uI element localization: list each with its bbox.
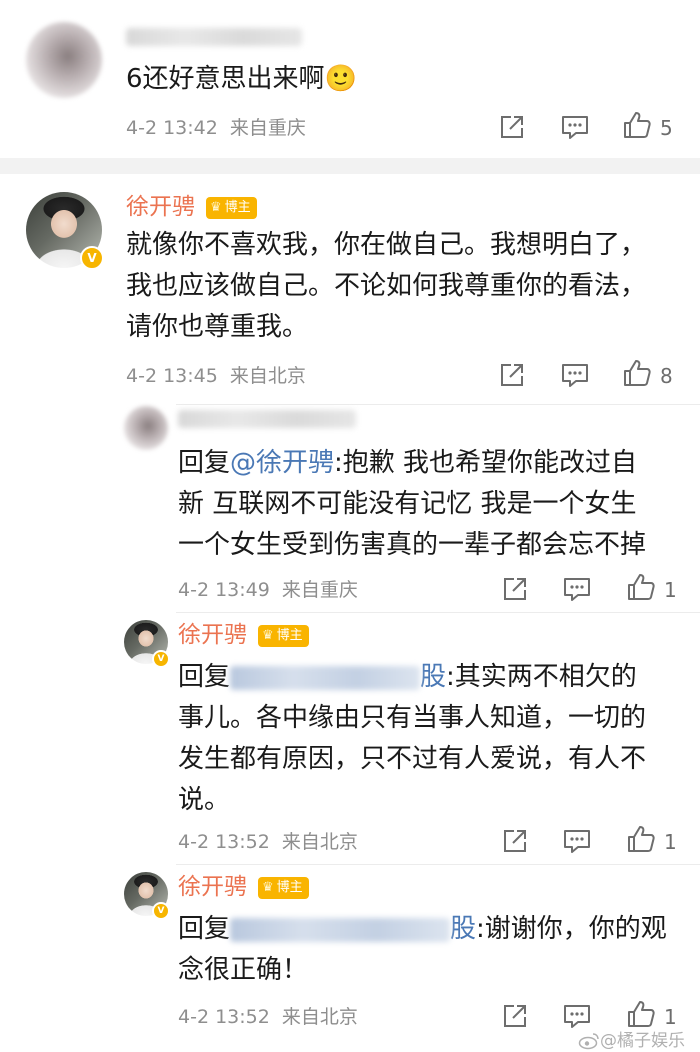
comment-text-line: 就像你不喜欢我，你在做自己。我想明白了， bbox=[126, 230, 647, 260]
reply-text: :谢谢你，你的观 bbox=[476, 914, 667, 944]
blogger-badge-label: 博主 bbox=[276, 880, 303, 895]
reply-location: 来自重庆 bbox=[281, 579, 358, 601]
reply-location: 来自北京 bbox=[281, 1006, 358, 1028]
blogger-badge: ♛ 博主 bbox=[206, 197, 257, 219]
like-count: 1 bbox=[664, 830, 677, 854]
weibo-logo-icon bbox=[578, 1032, 600, 1050]
reply-prefix: 回复 bbox=[178, 448, 231, 478]
comment-icon[interactable] bbox=[562, 574, 592, 604]
comment-location: 来自重庆 bbox=[229, 117, 306, 139]
reply-prefix: 回复 bbox=[178, 662, 231, 692]
divider bbox=[176, 612, 700, 613]
divider bbox=[176, 404, 700, 405]
reply-time: 4-2 13:49 bbox=[178, 579, 270, 601]
username[interactable]: 徐开骋 bbox=[126, 192, 195, 222]
blurred-username[interactable] bbox=[178, 410, 356, 428]
blogger-badge: ♛ 博主 bbox=[258, 625, 309, 647]
like-count: 8 bbox=[660, 364, 673, 388]
mention-link-tail[interactable]: 股 bbox=[450, 914, 476, 944]
comment-icon[interactable] bbox=[560, 112, 590, 142]
verified-badge-icon: V bbox=[152, 902, 170, 920]
avatar[interactable] bbox=[124, 406, 168, 450]
like-count: 1 bbox=[664, 578, 677, 602]
reply-text-line: 回复 股:其实两不相欠的 bbox=[178, 658, 637, 697]
reply-text-line: 一个女生受到伤害真的一辈子都会忘不掉 bbox=[178, 530, 647, 560]
username[interactable]: 徐开骋 bbox=[178, 620, 247, 650]
like-icon[interactable] bbox=[626, 824, 656, 854]
reply-text-line: 事儿。各中缘由只有当事人知道，一切的 bbox=[178, 703, 647, 733]
like-icon[interactable] bbox=[622, 110, 652, 140]
blurred-mention-link[interactable] bbox=[230, 917, 451, 942]
reply-text-line: 说。 bbox=[178, 785, 231, 815]
reply-meta: 4-2 13:52 来自北京 bbox=[178, 1005, 358, 1029]
mention-link[interactable]: @徐开骋 bbox=[230, 448, 334, 478]
crown-icon: ♛ bbox=[262, 628, 274, 643]
reply-meta: 4-2 13:49 来自重庆 bbox=[178, 578, 358, 602]
section-divider bbox=[0, 158, 700, 174]
share-icon[interactable] bbox=[500, 1001, 530, 1031]
reply-text-line: 发生都有原因，只不过有人爱说，有人不 bbox=[178, 744, 647, 774]
reply-text: :其实两不相欠的 bbox=[446, 662, 637, 692]
like-icon[interactable] bbox=[622, 358, 652, 388]
reply-text-line: 念很正确！ bbox=[178, 955, 309, 985]
watermark-text: @橘子娱乐 bbox=[600, 1031, 685, 1051]
comment-meta: 4-2 13:45 来自北京 bbox=[126, 364, 306, 388]
comment-time: 4-2 13:45 bbox=[126, 365, 218, 387]
share-icon[interactable] bbox=[500, 826, 530, 856]
comment-location: 来自北京 bbox=[229, 365, 306, 387]
like-icon[interactable] bbox=[626, 572, 656, 602]
reply-time: 4-2 13:52 bbox=[178, 831, 270, 853]
comment-text-line: 我也应该做自己。不论如何我尊重你的看法， bbox=[126, 271, 647, 301]
reply-text-line: 回复@徐开骋:抱歉 我也希望你能改过自 bbox=[178, 444, 637, 483]
reply-text-line: 新 互联网不可能没有记忆 我是一个女生 bbox=[178, 489, 637, 519]
like-icon[interactable] bbox=[626, 999, 656, 1029]
reply-text: :抱歉 我也希望你能改过自 bbox=[334, 448, 638, 478]
reply-prefix: 回复 bbox=[178, 914, 231, 944]
crown-icon: ♛ bbox=[210, 200, 222, 215]
blogger-badge-label: 博主 bbox=[224, 200, 251, 215]
smile-emoji-icon: 🙂 bbox=[324, 64, 357, 94]
blurred-mention-link[interactable] bbox=[230, 665, 421, 690]
crown-icon: ♛ bbox=[262, 880, 274, 895]
comment-text: 6还好意思出来啊🙂 bbox=[126, 60, 357, 99]
share-icon[interactable] bbox=[497, 360, 527, 390]
reply-meta: 4-2 13:52 来自北京 bbox=[178, 830, 358, 854]
blurred-username[interactable] bbox=[126, 28, 302, 46]
reply-text-line: 回复 股:谢谢你，你的观 bbox=[178, 910, 667, 949]
comment-text-line: 6还好意思出来啊 bbox=[126, 64, 325, 94]
reply-time: 4-2 13:52 bbox=[178, 1006, 270, 1028]
comment-text-line: 请你也尊重我。 bbox=[126, 312, 309, 342]
reply-location: 来自北京 bbox=[281, 831, 358, 853]
share-icon[interactable] bbox=[500, 574, 530, 604]
comment-icon[interactable] bbox=[562, 826, 592, 856]
avatar[interactable] bbox=[26, 22, 102, 98]
comment-time: 4-2 13:42 bbox=[126, 117, 218, 139]
verified-badge-icon: V bbox=[152, 650, 170, 668]
blogger-badge: ♛ 博主 bbox=[258, 877, 309, 899]
divider bbox=[176, 864, 700, 865]
comment-meta: 4-2 13:42 来自重庆 bbox=[126, 116, 306, 140]
like-count: 5 bbox=[660, 116, 673, 140]
share-icon[interactable] bbox=[497, 112, 527, 142]
watermark: @橘子娱乐 bbox=[578, 1026, 685, 1051]
verified-badge-icon: V bbox=[80, 246, 104, 270]
username[interactable]: 徐开骋 bbox=[178, 872, 247, 902]
comment-icon[interactable] bbox=[560, 360, 590, 390]
blogger-badge-label: 博主 bbox=[276, 628, 303, 643]
mention-link-tail[interactable]: 股 bbox=[420, 662, 446, 692]
